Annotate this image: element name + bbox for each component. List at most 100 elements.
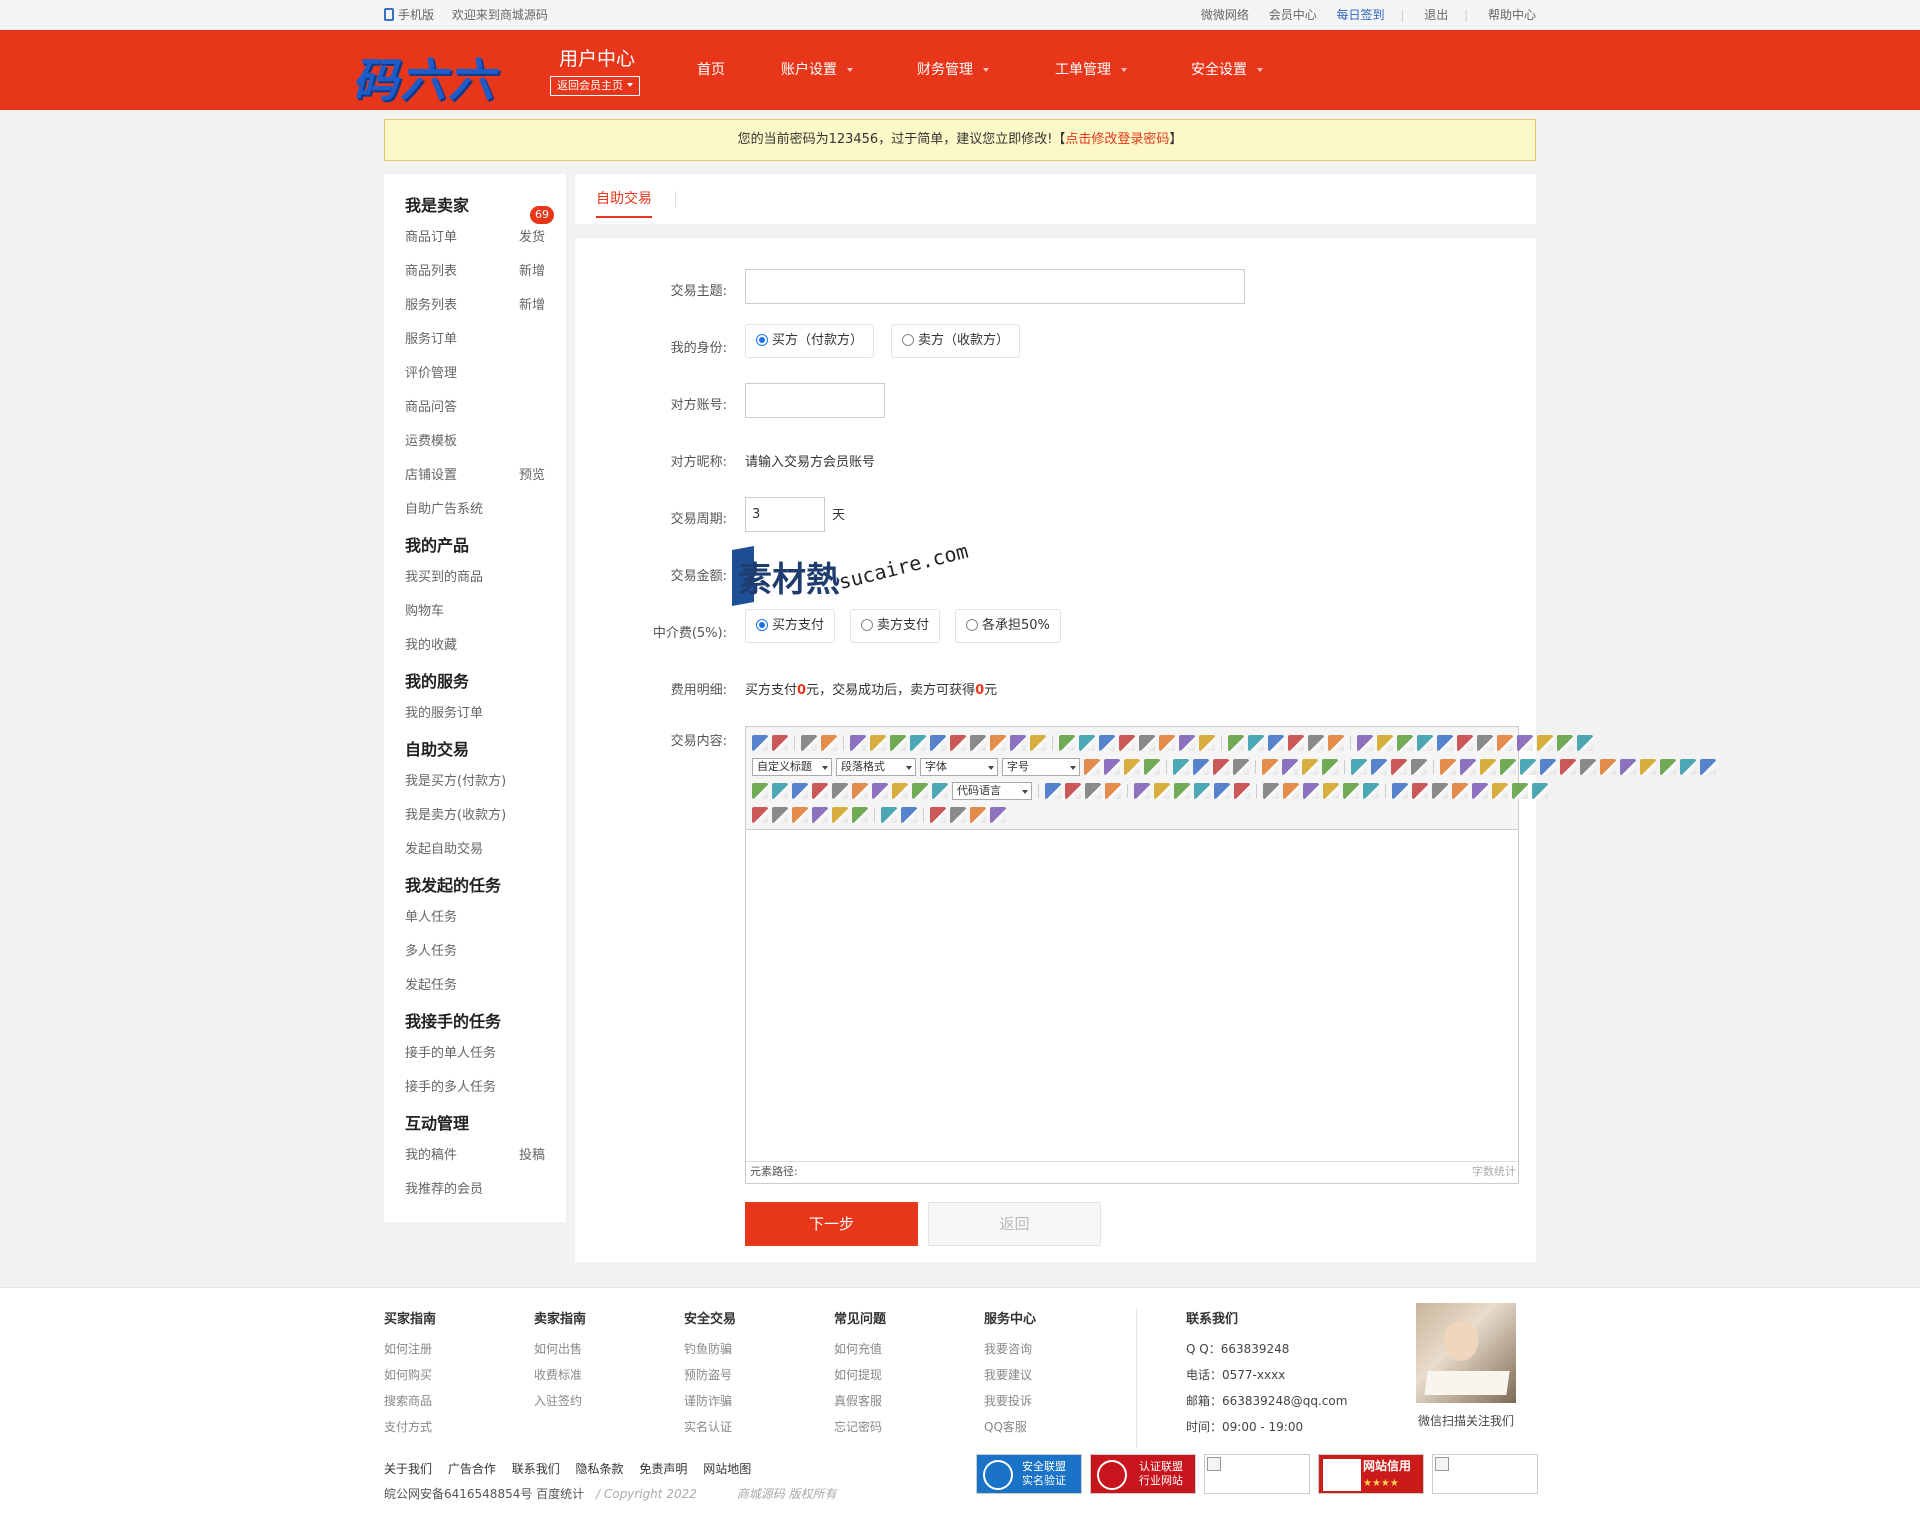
editor-tool-icon[interactable] xyxy=(821,735,837,751)
editor-tool-icon[interactable] xyxy=(1288,735,1304,751)
editor-tool-icon[interactable] xyxy=(812,783,828,799)
editor-tool-icon[interactable] xyxy=(901,807,917,823)
cert-credit[interactable]: 网站信用 ★★★★ xyxy=(1318,1454,1424,1494)
footer-link[interactable]: 如何出售 xyxy=(534,1336,586,1362)
editor-tool-icon[interactable] xyxy=(1580,759,1596,775)
footer-link[interactable]: 我要投诉 xyxy=(984,1388,1036,1414)
footer-link[interactable]: 入驻签约 xyxy=(534,1388,586,1414)
editor-tool-icon[interactable] xyxy=(1391,759,1407,775)
sidebar-item[interactable]: 服务订单 xyxy=(405,328,457,347)
editor-tool-icon[interactable] xyxy=(1099,735,1115,751)
next-step-button[interactable]: 下一步 xyxy=(745,1202,918,1246)
identity-seller-radio[interactable]: 卖方（收款方） xyxy=(891,324,1021,358)
editor-tool-icon[interactable] xyxy=(752,735,768,751)
editor-tool-icon[interactable] xyxy=(990,735,1006,751)
editor-tool-icon[interactable] xyxy=(1532,783,1548,799)
editor-tool-icon[interactable] xyxy=(812,807,828,823)
sidebar-item[interactable]: 商品问答 xyxy=(405,396,457,415)
back-home-button[interactable]: 返回会员主页 xyxy=(550,76,640,96)
editor-tool-icon[interactable] xyxy=(881,807,897,823)
editor-tool-icon[interactable] xyxy=(1322,759,1338,775)
editor-tool-icon[interactable] xyxy=(772,783,788,799)
cert-industry-alliance[interactable]: 认证联盟 行业网站 xyxy=(1090,1454,1196,1494)
cert-broken-image[interactable] xyxy=(1204,1454,1310,1494)
editor-tool-icon[interactable] xyxy=(1214,783,1230,799)
sidebar-item[interactable]: 服务列表 xyxy=(405,294,457,313)
editor-tool-icon[interactable] xyxy=(1620,759,1636,775)
footer-link[interactable]: 如何注册 xyxy=(384,1336,436,1362)
footer-link-sitemap[interactable]: 网站地图 xyxy=(703,1462,751,1476)
footer-link-ads[interactable]: 广告合作 xyxy=(448,1462,496,1476)
editor-tool-icon[interactable] xyxy=(1397,735,1413,751)
footer-link[interactable]: 忘记密码 xyxy=(834,1414,886,1440)
editor-tool-icon[interactable] xyxy=(1457,735,1473,751)
editor-tool-icon[interactable] xyxy=(1079,735,1095,751)
editor-tool-icon[interactable] xyxy=(1213,759,1229,775)
editor-tool-icon[interactable] xyxy=(1600,759,1616,775)
change-password-link[interactable]: 点击修改登录密码 xyxy=(1065,132,1169,147)
editor-tool-icon[interactable] xyxy=(1105,783,1121,799)
editor-tool-icon[interactable] xyxy=(1268,735,1284,751)
editor-tool-icon[interactable] xyxy=(1660,759,1676,775)
editor-tool-icon[interactable] xyxy=(1500,759,1516,775)
editor-tool-icon[interactable] xyxy=(912,783,928,799)
editor-tool-icon[interactable] xyxy=(1030,735,1046,751)
topbar-link-member[interactable]: 会员中心 xyxy=(1269,8,1317,22)
editor-tool-icon[interactable] xyxy=(1540,759,1556,775)
editor-tool-icon[interactable] xyxy=(870,735,886,751)
editor-tool-icon[interactable] xyxy=(1124,759,1140,775)
editor-tool-icon[interactable] xyxy=(1233,759,1249,775)
editor-tool-icon[interactable] xyxy=(872,783,888,799)
editor-tool-icon[interactable] xyxy=(772,735,788,751)
editor-tool-icon[interactable] xyxy=(801,735,817,751)
editor-tool-icon[interactable] xyxy=(1492,783,1508,799)
nav-ticket[interactable]: 工单管理 xyxy=(1055,30,1127,110)
editor-tool-icon[interactable] xyxy=(1263,783,1279,799)
footer-link-disclaimer[interactable]: 免责声明 xyxy=(639,1462,687,1476)
footer-link[interactable]: QQ客服 xyxy=(984,1414,1036,1440)
footer-link[interactable]: 实名认证 xyxy=(684,1414,736,1440)
editor-tool-icon[interactable] xyxy=(1065,783,1081,799)
editor-tool-icon[interactable] xyxy=(1417,735,1433,751)
editor-select[interactable]: 自定义标题 xyxy=(752,758,832,776)
word-count[interactable]: 字数统计 xyxy=(1472,1162,1516,1182)
sidebar-item[interactable]: 接手的多人任务 xyxy=(405,1076,496,1095)
sidebar-item[interactable]: 商品列表 xyxy=(405,260,457,279)
footer-link[interactable]: 收费标准 xyxy=(534,1362,586,1388)
footer-link[interactable]: 谨防诈骗 xyxy=(684,1388,736,1414)
editor-tool-icon[interactable] xyxy=(792,783,808,799)
editor-tool-icon[interactable] xyxy=(1343,783,1359,799)
editor-tool-icon[interactable] xyxy=(1700,759,1716,775)
topbar-link-help[interactable]: 帮助中心 xyxy=(1488,8,1536,22)
footer-link[interactable]: 我要咨询 xyxy=(984,1336,1036,1362)
editor-tool-icon[interactable] xyxy=(1179,735,1195,751)
editor-tool-icon[interactable] xyxy=(930,735,946,751)
sidebar-item-action[interactable]: 发货 xyxy=(519,226,545,245)
sidebar-item[interactable]: 评价管理 xyxy=(405,362,457,381)
editor-tool-icon[interactable] xyxy=(1351,759,1367,775)
editor-tool-icon[interactable] xyxy=(1363,783,1379,799)
nav-home[interactable]: 首页 xyxy=(697,30,725,110)
editor-tool-icon[interactable] xyxy=(1328,735,1344,751)
tab-self-trade[interactable]: 自助交易 xyxy=(596,188,652,218)
editor-tool-icon[interactable] xyxy=(832,783,848,799)
editor-tool-icon[interactable] xyxy=(852,807,868,823)
editor-tool-icon[interactable] xyxy=(1512,783,1528,799)
topbar-link-logout[interactable]: 退出 xyxy=(1424,8,1448,22)
topbar-link-weiwei[interactable]: 微微网络 xyxy=(1201,8,1249,22)
sidebar-item[interactable]: 商品订单 xyxy=(405,226,457,245)
editor-tool-icon[interactable] xyxy=(1480,759,1496,775)
editor-tool-icon[interactable] xyxy=(1283,783,1299,799)
editor-tool-icon[interactable] xyxy=(1084,759,1100,775)
footer-link[interactable]: 预防盗号 xyxy=(684,1362,736,1388)
editor-tool-icon[interactable] xyxy=(1139,735,1155,751)
sidebar-item[interactable]: 购物车 xyxy=(405,600,444,619)
period-input[interactable]: 3 xyxy=(745,497,825,532)
footer-link[interactable]: 支付方式 xyxy=(384,1414,436,1440)
footer-link[interactable]: 如何充值 xyxy=(834,1336,886,1362)
editor-tool-icon[interactable] xyxy=(1262,759,1278,775)
footer-link-privacy[interactable]: 隐私条款 xyxy=(576,1462,624,1476)
editor-tool-icon[interactable] xyxy=(1134,783,1150,799)
editor-tool-icon[interactable] xyxy=(1154,783,1170,799)
sidebar-item[interactable]: 我的稿件 xyxy=(405,1144,457,1163)
